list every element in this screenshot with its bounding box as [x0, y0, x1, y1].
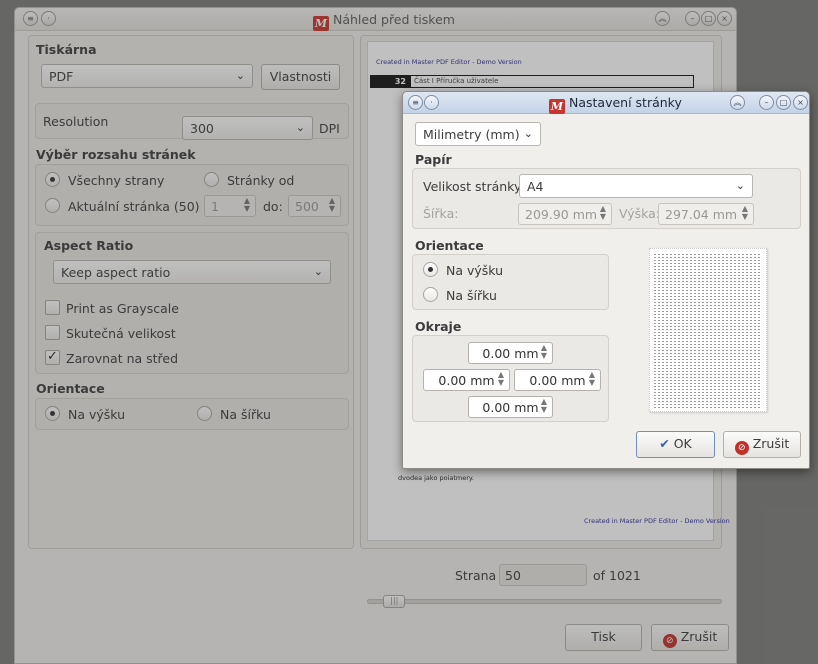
spin-arrows-icon: ▲ ▼	[540, 343, 547, 360]
thumbnail-text-line	[654, 389, 762, 390]
thumbnail-text-line	[654, 341, 762, 342]
dialog-minimize-button[interactable]: –	[759, 95, 774, 110]
page-size-select[interactable]: A4 ⌄	[519, 174, 753, 198]
dialog-shade-button[interactable]: ︽	[730, 95, 745, 110]
check-icon: ✔	[659, 436, 670, 451]
thumbnail-text-line	[654, 296, 762, 297]
thumbnail-text-line	[654, 353, 762, 354]
thumbnail-text-line	[654, 263, 762, 264]
chevron-down-icon: ⌄	[735, 179, 745, 192]
dialog-orientation-group	[412, 254, 609, 310]
thumbnail-text-line	[654, 368, 762, 369]
thumbnail-text-line	[654, 404, 762, 405]
spin-arrows-icon: ▲ ▼	[599, 204, 606, 221]
spin-arrows-icon: ▲ ▼	[540, 397, 547, 414]
thumbnail-text-line	[654, 284, 762, 285]
thumbnail-text-line	[654, 317, 762, 318]
dialog-sticky-button[interactable]: ·	[424, 95, 439, 110]
thumbnail-text-line	[654, 377, 762, 378]
thumbnail-text-line	[654, 323, 762, 324]
ok-button[interactable]: ✔ OK	[636, 431, 715, 458]
thumbnail-text-line	[654, 407, 762, 408]
margin-bottom-spinner[interactable]: 0.00 mm ▲ ▼	[468, 396, 553, 418]
thumbnail-text-line	[654, 359, 762, 360]
thumbnail-text-line	[654, 392, 762, 393]
dialog-close-button[interactable]: ×	[793, 95, 808, 110]
thumbnail-text-line	[654, 275, 762, 276]
thumbnail-text-line	[654, 386, 762, 387]
thumbnail-text-line	[654, 401, 762, 402]
paper-section-title: Papír	[415, 152, 452, 167]
paper-width-label: Šířka:	[423, 206, 459, 221]
thumbnail-text-line	[654, 257, 762, 258]
chevron-down-icon: ⌄	[523, 127, 533, 140]
page-preview-thumbnail	[649, 248, 767, 412]
thumbnail-text-line	[654, 287, 762, 288]
dialog-title: M Nastavení stránky	[549, 95, 682, 114]
app-logo-icon: M	[549, 99, 565, 114]
thumbnail-text-line	[654, 269, 762, 270]
thumbnail-text-line	[654, 290, 762, 291]
thumbnail-text-line	[654, 299, 762, 300]
thumbnail-text-line	[654, 278, 762, 279]
thumbnail-text-line	[654, 281, 762, 282]
dialog-maximize-button[interactable]: □	[776, 95, 791, 110]
dialog-cancel-button[interactable]: ⊘ Zrušit	[723, 431, 801, 458]
thumbnail-text-line	[654, 350, 762, 351]
thumbnail-text-line	[654, 320, 762, 321]
thumbnail-text-line	[654, 311, 762, 312]
page-size-label: Velikost stránky:	[423, 179, 525, 194]
thumbnail-text-line	[654, 383, 762, 384]
thumbnail-text-line	[654, 302, 762, 303]
thumbnail-text-line	[654, 371, 762, 372]
paper-width-spinner[interactable]: 209.90 mm ▲ ▼	[518, 203, 612, 225]
thumbnail-text-line	[654, 293, 762, 294]
thumbnail-text-line	[654, 347, 762, 348]
thumbnail-text-line	[654, 308, 762, 309]
cancel-icon: ⊘	[734, 441, 749, 455]
thumbnail-text-line	[654, 272, 762, 273]
dialog-portrait-label: Na výšku	[446, 263, 504, 278]
thumbnail-text-line	[654, 380, 762, 381]
spin-arrows-icon: ▲ ▼	[741, 204, 748, 221]
page-setup-dialog: ≡ · M Nastavení stránky ︽ – □ × Milimetry…	[402, 91, 810, 469]
thumbnail-text-line	[654, 398, 762, 399]
margins-section-title: Okraje	[415, 319, 462, 334]
thumbnail-text-line	[654, 329, 762, 330]
dialog-landscape-label: Na šířku	[446, 288, 497, 303]
thumbnail-text-line	[654, 332, 762, 333]
thumbnail-text-line	[654, 374, 762, 375]
paper-height-spinner[interactable]: 297.04 mm ▲ ▼	[658, 203, 754, 225]
thumbnail-text-line	[654, 338, 762, 339]
margin-left-spinner[interactable]: 0.00 mm ▲ ▼	[423, 369, 510, 391]
units-select[interactable]: Milimetry (mm) ⌄	[415, 122, 541, 146]
spin-arrows-icon: ▲ ▼	[588, 370, 595, 387]
thumbnail-text-line	[654, 395, 762, 396]
thumbnail-text-line	[654, 305, 762, 306]
thumbnail-text-line	[654, 365, 762, 366]
thumbnail-text-line	[654, 260, 762, 261]
spin-arrows-icon: ▲ ▼	[497, 370, 504, 387]
paper-height-label: Výška:	[619, 206, 661, 221]
dialog-menu-button[interactable]: ≡	[408, 95, 423, 110]
thumbnail-text-line	[654, 266, 762, 267]
margin-top-spinner[interactable]: 0.00 mm ▲ ▼	[468, 342, 553, 364]
dialog-titlebar: ≡ · M Nastavení stránky ︽ – □ ×	[403, 92, 809, 114]
dialog-portrait-radio[interactable]	[423, 262, 438, 277]
thumbnail-text-line	[654, 254, 762, 255]
thumbnail-text-line	[654, 326, 762, 327]
thumbnail-text-line	[654, 335, 762, 336]
thumbnail-text-line	[654, 356, 762, 357]
thumbnail-text-line	[654, 344, 762, 345]
dialog-orientation-section-title: Orientace	[415, 238, 484, 253]
thumbnail-text-line	[654, 314, 762, 315]
dialog-landscape-radio[interactable]	[423, 287, 438, 302]
thumbnail-text-line	[654, 362, 762, 363]
margin-right-spinner[interactable]: 0.00 mm ▲ ▼	[514, 369, 601, 391]
